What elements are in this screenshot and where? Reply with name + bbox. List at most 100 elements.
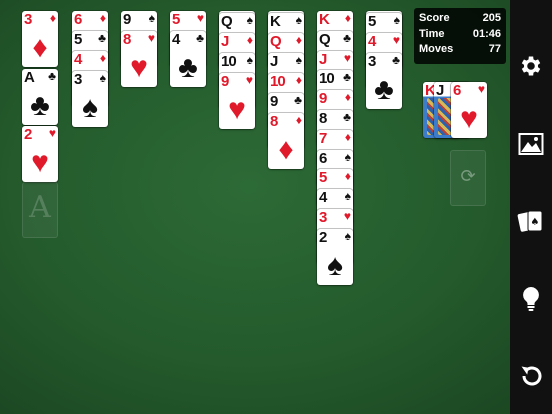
card-suit: ♠ [246, 13, 253, 27]
settings-button[interactable] [515, 50, 547, 82]
card-suit: ♣ [343, 30, 351, 45]
card-rank: A [24, 69, 35, 86]
card-suit: ♥ [392, 33, 400, 47]
card-suit: ♦ [295, 73, 302, 87]
card-suit: ♥ [196, 11, 204, 25]
time-label: Time [419, 27, 445, 40]
cards-icon: ♠ [517, 210, 543, 232]
card-suit: ♣ [48, 69, 56, 83]
card-suit: ♦ [344, 169, 351, 184]
card-suit: ♦ [344, 11, 351, 25]
card-rank: 5 [319, 169, 327, 187]
score-row: Score 205 [419, 11, 501, 27]
card-suit: ♥ [147, 31, 155, 45]
card-center-suit: ♣ [178, 51, 198, 84]
card-suit: ♠ [246, 53, 253, 67]
card-center-suit: ♠ [327, 248, 343, 282]
card-suit: ♣ [294, 93, 302, 107]
playing-card[interactable]: 2 ♥ ♥ [22, 126, 58, 182]
card-style-button[interactable]: ♠ [515, 205, 547, 237]
card-rank: 10 [221, 53, 237, 70]
card-suit: ♥ [343, 209, 351, 223]
card-rank: 3 [319, 209, 327, 226]
playing-card[interactable]: 3 ♣ ♣ [366, 53, 402, 109]
scoreboard: Score 205 Time 01:46 Moves 77 [414, 8, 506, 64]
card-rank: 2 [319, 228, 327, 246]
card-suit: ♦ [49, 11, 56, 25]
card-suit: ♠ [148, 11, 155, 25]
playing-card[interactable]: 3 ♠ ♠ [72, 71, 108, 127]
playing-card[interactable]: 4 ♣ ♣ [170, 31, 206, 87]
card-rank: 6 [74, 11, 82, 28]
card-center-suit: ♥ [460, 102, 478, 135]
card-rank: 7 [319, 129, 327, 147]
card-suit: ♥ [477, 82, 485, 96]
card-rank: J [221, 33, 229, 50]
card-center-suit: ♦ [278, 133, 294, 166]
foundation-placeholder: A [29, 190, 51, 225]
card-center-suit: ♥ [31, 146, 49, 179]
card-suit: ♦ [246, 33, 253, 47]
gear-icon [521, 56, 541, 76]
card-rank: 4 [319, 189, 327, 207]
card-rank: 5 [74, 31, 82, 48]
card-center-suit: ♦ [32, 31, 48, 64]
card-suit: ♠ [344, 228, 351, 243]
card-suit: ♠ [295, 53, 302, 67]
sidebar: ♠ [510, 0, 552, 414]
card-suit: ♦ [344, 90, 351, 105]
card-rank: J [270, 53, 278, 70]
undo-button[interactable] [515, 360, 547, 392]
image-icon [518, 133, 544, 155]
card-suit: ♠ [344, 149, 351, 164]
card-rank: 8 [270, 113, 278, 130]
moves-label: Moves [419, 43, 454, 55]
time-row: Time 01:46 [419, 27, 501, 43]
moves-row: Moves 77 [419, 42, 501, 58]
card-center-suit: ♠ [82, 91, 98, 124]
playing-card[interactable]: 8 ♥ ♥ [121, 31, 157, 87]
foundation-slot[interactable]: A [22, 182, 58, 238]
card-suit: ♥ [245, 73, 253, 87]
card-suit: ♠ [393, 13, 400, 27]
lightbulb-icon [523, 287, 539, 311]
playing-card[interactable]: 6 ♥ ♥ [451, 82, 487, 138]
card-suit: ♣ [98, 31, 106, 45]
card-rank: J [436, 82, 444, 99]
time-value: 01:46 [472, 27, 501, 40]
card-rank: K [270, 13, 281, 30]
playing-card[interactable]: 8 ♦ ♦ [268, 113, 304, 169]
card-rank: K [319, 11, 330, 28]
score-value: 205 [482, 12, 501, 24]
playing-card[interactable]: 2 ♠ ♠ [317, 228, 353, 285]
svg-text:♠: ♠ [531, 217, 540, 228]
stock-pile[interactable]: ⟳ [450, 150, 486, 206]
playing-card[interactable]: A ♣ ♣ [22, 69, 58, 125]
card-center-suit: ♥ [228, 93, 246, 126]
card-suit: ♦ [295, 33, 302, 47]
card-rank: 8 [123, 31, 131, 48]
card-rank: 6 [453, 82, 461, 99]
card-rank: 3 [74, 71, 82, 88]
card-rank: 4 [74, 51, 82, 68]
hint-button[interactable] [515, 283, 547, 315]
background-button[interactable] [515, 128, 547, 160]
card-suit: ♦ [295, 113, 302, 127]
playing-card[interactable]: 3 ♦ ♦ [22, 11, 58, 67]
card-rank: 9 [319, 90, 327, 108]
undo-icon [521, 366, 542, 386]
card-rank: 2 [24, 126, 32, 143]
card-rank: 3 [368, 53, 376, 70]
card-suit: ♣ [343, 70, 351, 85]
card-rank: Q [221, 13, 233, 30]
card-suit: ♠ [99, 71, 106, 85]
card-suit: ♥ [343, 50, 351, 65]
card-rank: 4 [368, 33, 376, 50]
playing-card[interactable]: 9 ♥ ♥ [219, 73, 255, 129]
card-rank: J [319, 50, 327, 68]
card-center-suit: ♥ [130, 51, 148, 84]
card-suit: ♦ [99, 51, 106, 65]
card-center-suit: ♣ [374, 73, 394, 106]
card-suit: ♦ [344, 129, 351, 144]
card-rank: 9 [221, 73, 229, 90]
